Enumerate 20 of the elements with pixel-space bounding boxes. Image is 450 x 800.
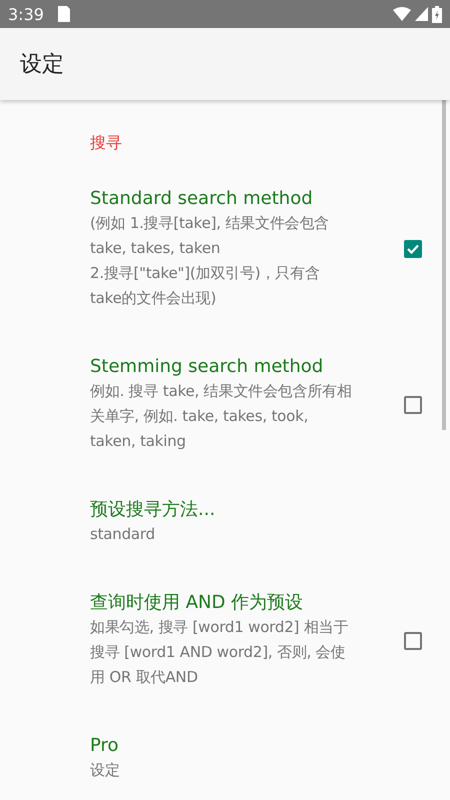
notification-icon (58, 6, 70, 22)
clock: 3:39 (8, 4, 44, 24)
signal-icon (415, 7, 428, 21)
setting-title[interactable]: Stemming search method (90, 355, 404, 379)
app-title: 设定 (20, 51, 64, 79)
setting-summary: 设定 (90, 760, 121, 781)
category-header: 搜寻 (90, 132, 123, 154)
setting-summary: (例如 1.搜寻[take], 结果文件会包含 take, takes, taken 2.搜寻["take"](加双引号)，只有含 take的文件会出现) (90, 213, 330, 309)
battery-icon (432, 6, 442, 22)
checkbox[interactable] (404, 632, 422, 650)
checkbox[interactable] (404, 396, 422, 414)
setting-summary: 例如. 搜寻 take, 结果文件会包含所有相关单字, 例如. take, takes, took, taken, taking (90, 381, 353, 452)
setting-summary: 如果勾选, 搜寻 [word1 word2] 相当于搜寻 [word1 AND word2], 否则, 会使用 OR 取代AND (90, 617, 350, 688)
setting-summary: standard (90, 524, 156, 545)
setting-title[interactable]: Pro (90, 734, 422, 758)
wifi-icon (393, 7, 411, 21)
setting-title[interactable]: 查询时使用 AND 作为预设 (90, 591, 404, 615)
setting-title[interactable]: 预设搜寻方法... (90, 498, 422, 522)
setting-title[interactable]: Standard search method (90, 187, 404, 211)
checkbox[interactable] (404, 240, 422, 258)
